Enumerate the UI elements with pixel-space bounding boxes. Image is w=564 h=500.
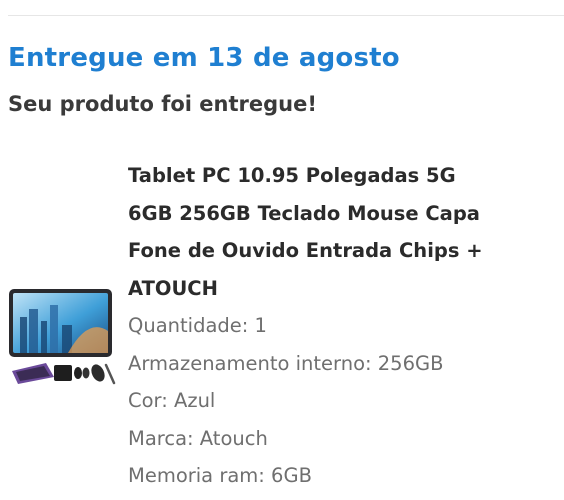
product-name-line: Fone de Ouvido Entrada Chips + xyxy=(128,239,483,262)
delivery-status-title: Entregue em 13 de agosto xyxy=(8,43,400,73)
product-info: Tablet PC 10.95 Polegadas 5G 6GB 256GB T… xyxy=(128,157,548,495)
product-thumbnail[interactable] xyxy=(6,287,116,387)
top-divider xyxy=(8,15,564,16)
product-color: Cor: Azul xyxy=(128,389,216,412)
delivery-status-subtitle: Seu produto foi entregue! xyxy=(8,92,317,116)
product-brand: Marca: Atouch xyxy=(128,426,268,450)
product-name-line: ATOUCH xyxy=(128,276,218,300)
product-name-line: Tablet PC 10.95 Polegadas 5G xyxy=(128,164,456,187)
product-name[interactable]: Tablet PC 10.95 Polegadas 5G 6GB 256GB T… xyxy=(128,157,548,307)
product-quantity: Quantidade: 1 xyxy=(128,314,267,337)
product-name-line: 6GB 256GB Teclado Mouse Capa xyxy=(128,201,480,225)
product-ram: Memoria ram: 6GB xyxy=(128,464,312,487)
product-storage: Armazenamento interno: 256GB xyxy=(128,351,444,375)
